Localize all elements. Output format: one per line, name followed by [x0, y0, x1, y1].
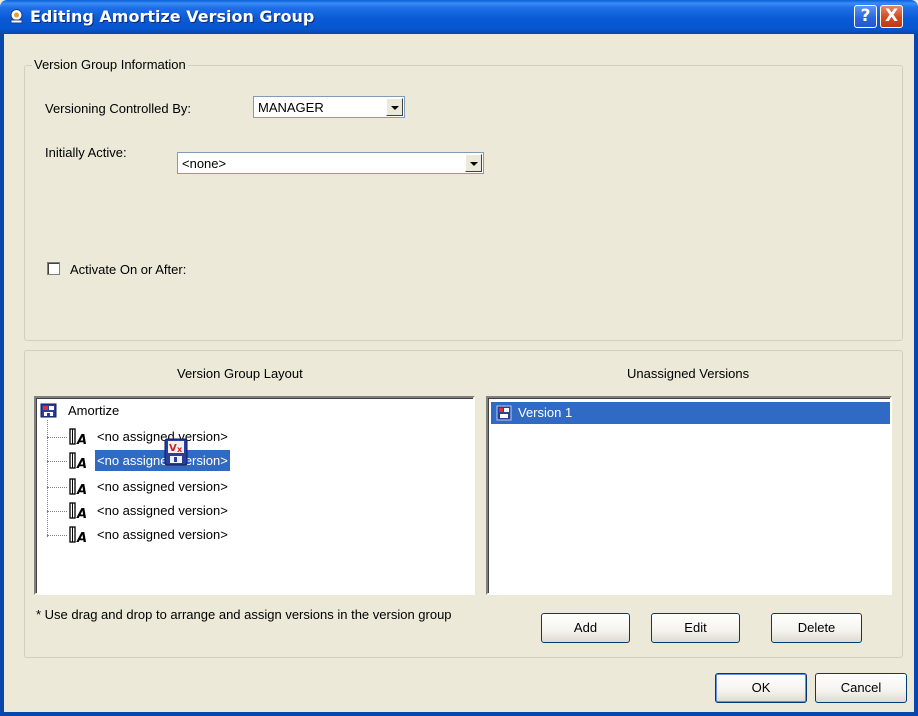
tree-item-selected[interactable]: A <no assigned version> [38, 449, 278, 472]
version-layout-tree[interactable]: Amortize A <no assigned version> A <no a… [34, 396, 475, 595]
svg-text:A: A [76, 507, 87, 521]
tree-item-label: <no assigned version> [97, 527, 228, 542]
svg-text:A: A [76, 531, 87, 545]
app-icon [10, 9, 23, 24]
version-slot-icon: A [69, 428, 87, 447]
svg-text:V: V [169, 443, 177, 454]
initially-active-select[interactable]: <none> [177, 152, 484, 174]
add-button[interactable]: Add [541, 613, 630, 643]
controlled-by-select[interactable]: MANAGER [253, 96, 405, 118]
tree-branch [47, 437, 67, 438]
initially-active-label: Initially Active: [45, 145, 127, 160]
activate-checkbox[interactable] [47, 262, 60, 275]
close-button[interactable]: X [880, 5, 903, 28]
window-title: Editing Amortize Version Group [30, 7, 315, 26]
title-bar[interactable]: Editing Amortize Version Group ? X [0, 0, 918, 34]
tree-item[interactable]: A <no assigned version> [38, 500, 278, 522]
ok-button[interactable]: OK [715, 673, 807, 703]
cancel-button[interactable]: Cancel [815, 673, 907, 703]
controlled-by-value: MANAGER [258, 100, 324, 115]
tree-item[interactable]: A <no assigned version> [38, 524, 278, 546]
version-slot-icon: A [69, 452, 87, 471]
version-slot-icon: A [69, 526, 87, 545]
list-item[interactable]: Version 1 [491, 402, 890, 424]
chevron-down-icon[interactable] [465, 154, 482, 172]
tree-item[interactable]: A <no assigned version> [38, 426, 278, 448]
edit-button[interactable]: Edit [651, 613, 740, 643]
version-slot-icon: A [69, 478, 87, 497]
tree-item-label: <no assigned version> [94, 449, 231, 472]
version-slot-icon: A [69, 502, 87, 521]
tree-item[interactable]: A <no assigned version> [38, 476, 278, 498]
tree-root-label: Amortize [68, 403, 120, 418]
tree-branch [47, 487, 67, 488]
delete-button[interactable]: Delete [771, 613, 862, 643]
svg-text:A: A [76, 433, 87, 447]
tree-root[interactable]: Amortize [38, 400, 238, 422]
tree-branch [47, 535, 67, 536]
unassigned-header: Unassigned Versions [627, 366, 750, 381]
version-icon [496, 405, 512, 421]
layout-header: Version Group Layout [177, 366, 303, 381]
unassigned-versions-list[interactable]: Version 1 [486, 396, 892, 595]
initially-active-value: <none> [182, 156, 227, 171]
drag-drop-hint: * Use drag and drop to arrange and assig… [36, 607, 452, 622]
svg-text:A: A [76, 483, 87, 497]
help-button[interactable]: ? [854, 5, 877, 28]
tree-branch [47, 511, 67, 512]
controlled-by-label: Versioning Controlled By: [45, 101, 191, 116]
chevron-down-icon[interactable] [386, 98, 403, 116]
tree-branch [47, 461, 67, 462]
tree-item-label: <no assigned version> [97, 503, 228, 518]
svg-text:A: A [76, 457, 87, 471]
drag-version-icon: V x [164, 438, 188, 466]
svg-text:x: x [177, 445, 183, 454]
database-icon [40, 403, 57, 418]
version-group-info-legend: Version Group Information [32, 57, 188, 72]
activate-label[interactable]: Activate On or After: [70, 262, 186, 277]
list-item-label: Version 1 [518, 405, 573, 420]
tree-item-label: <no assigned version> [97, 429, 228, 444]
tree-item-label: <no assigned version> [97, 479, 228, 494]
